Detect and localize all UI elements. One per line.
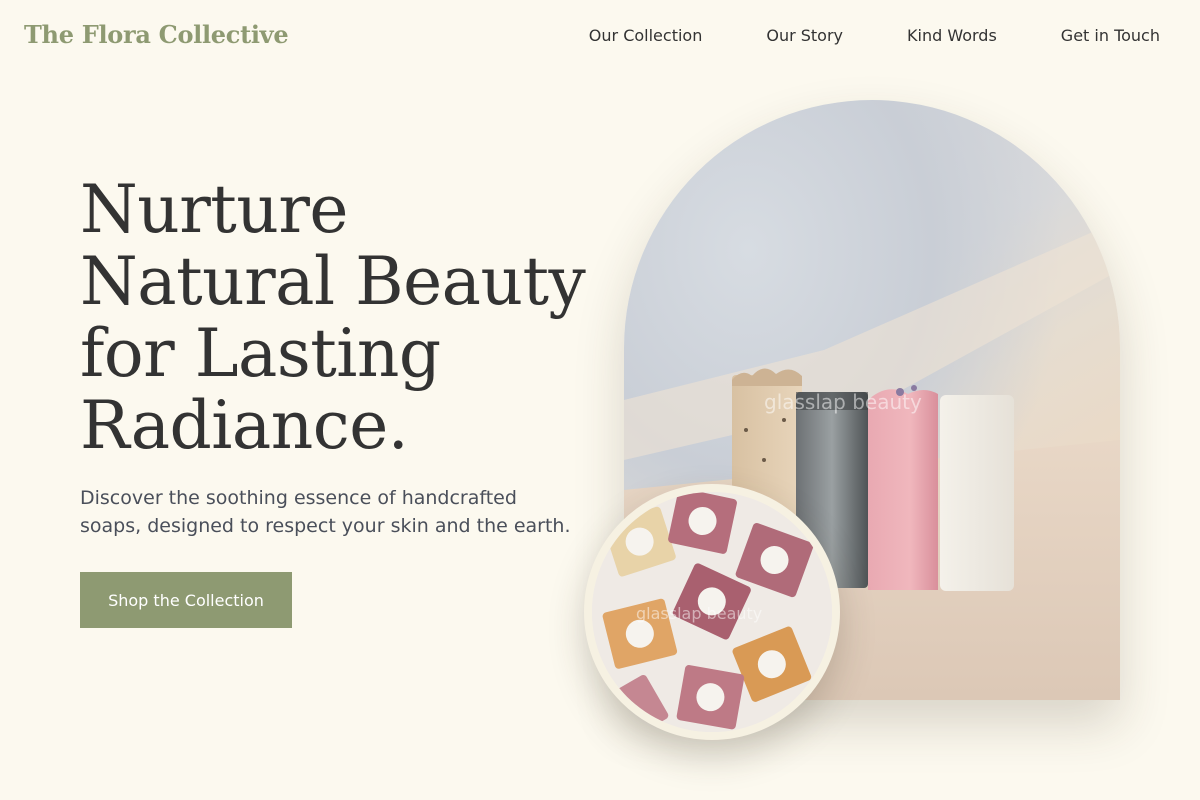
hero-subtitle: Discover the soothing essence of handcra… bbox=[80, 487, 571, 537]
brand-logo[interactable]: The Flora Collective bbox=[24, 20, 289, 49]
small-image-watermark: glasslap beauty bbox=[636, 604, 763, 623]
wrapped-soaps-image: glasslap beauty bbox=[584, 484, 840, 740]
hero-title-line-1: Nurture bbox=[80, 171, 348, 248]
hero-title-line-2: Natural Beauty bbox=[80, 243, 586, 320]
nav-item-get-in-touch[interactable]: Get in Touch bbox=[1061, 26, 1160, 45]
hero-title: Nurture Natural Beauty for Lasting Radia… bbox=[80, 174, 600, 462]
hero-title-line-4: Radiance. bbox=[80, 387, 409, 464]
nav-item-our-story[interactable]: Our Story bbox=[766, 26, 843, 45]
main-nav: Our Collection Our Story Kind Words Get … bbox=[589, 26, 1160, 45]
nav-item-kind-words[interactable]: Kind Words bbox=[907, 26, 997, 45]
main-image-watermark: glasslap beauty bbox=[764, 390, 922, 414]
hero-title-line-3: for Lasting bbox=[80, 315, 441, 392]
shop-collection-button[interactable]: Shop the Collection bbox=[80, 572, 292, 628]
nav-item-our-collection[interactable]: Our Collection bbox=[589, 26, 703, 45]
